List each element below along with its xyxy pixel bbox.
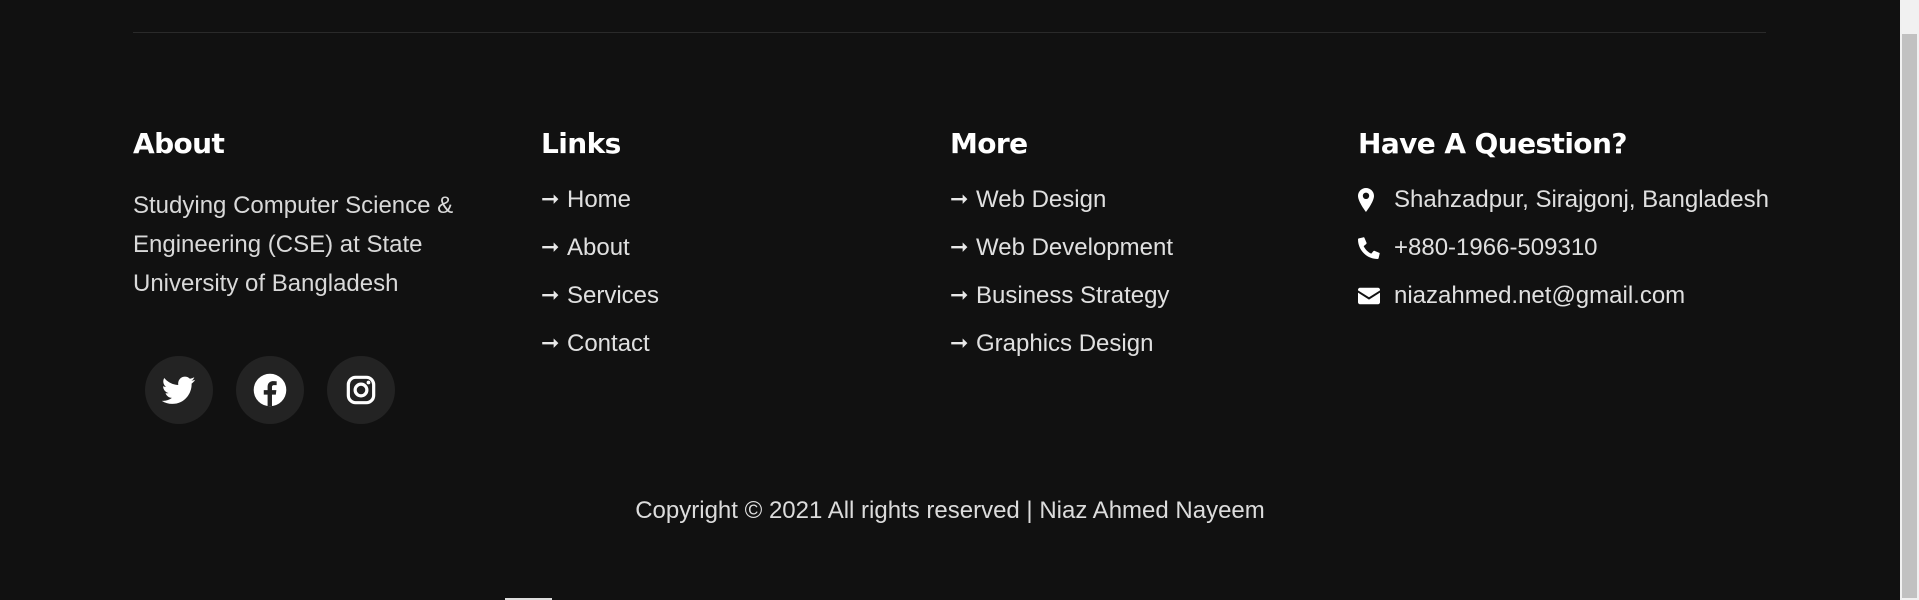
- map-marker-icon: [1358, 188, 1390, 212]
- scrollbar-thumb[interactable]: [1902, 34, 1917, 598]
- question-heading: Have A Question?: [1358, 127, 1628, 160]
- envelope-icon: [1358, 287, 1390, 305]
- links-column: Links ➞ Home ➞ About ➞ Services ➞ Contact: [541, 124, 901, 368]
- contact-address: Shahzadpur, Sirajgonj, Bangladesh: [1358, 176, 1778, 224]
- phone-text: +880-1966-509310: [1394, 234, 1598, 261]
- facebook-button[interactable]: [236, 356, 304, 424]
- twitter-icon: [162, 373, 196, 407]
- link-contact[interactable]: ➞ Contact: [541, 320, 901, 368]
- arrow-right-icon: ➞: [541, 331, 560, 356]
- link-label: Web Design: [976, 186, 1107, 213]
- about-text: Studying Computer Science & Engineering …: [133, 192, 454, 297]
- link-label: Contact: [567, 330, 650, 357]
- link-label: About: [567, 234, 630, 261]
- instagram-button[interactable]: [327, 356, 395, 424]
- link-label: Services: [567, 282, 660, 309]
- top-divider: [133, 32, 1766, 33]
- links-list: ➞ Home ➞ About ➞ Services ➞ Contact: [541, 176, 901, 368]
- arrow-right-icon: ➞: [541, 283, 560, 308]
- link-about[interactable]: ➞ About: [541, 224, 901, 272]
- link-label: Home: [567, 186, 632, 213]
- arrow-right-icon: ➞: [950, 235, 969, 260]
- about-heading: About: [133, 127, 225, 160]
- twitter-button[interactable]: [145, 356, 213, 424]
- link-label: Graphics Design: [976, 330, 1154, 357]
- copyright-text: Copyright © 2021 All rights reserved | N…: [635, 497, 1265, 524]
- address-text: Shahzadpur, Sirajgonj, Bangladesh: [1394, 186, 1769, 213]
- more-heading: More: [950, 127, 1028, 160]
- about-column: About Studying Computer Science & Engine…: [133, 124, 493, 424]
- more-list: ➞ Web Design ➞ Web Development ➞ Business S…: [950, 176, 1310, 368]
- facebook-icon: [253, 373, 287, 407]
- email-text: niazahmed.net@gmail.com: [1394, 282, 1686, 309]
- question-column: Have A Question? Shahzadpur, Sirajgonj, …: [1358, 124, 1778, 320]
- arrow-right-icon: ➞: [541, 187, 560, 212]
- footer-section: About Studying Computer Science & Engine…: [0, 0, 1900, 600]
- arrow-right-icon: ➞: [950, 283, 969, 308]
- link-home[interactable]: ➞ Home: [541, 176, 901, 224]
- arrow-right-icon: ➞: [950, 187, 969, 212]
- instagram-icon: [345, 374, 377, 406]
- links-heading: Links: [541, 127, 621, 160]
- link-business-strategy[interactable]: ➞ Business Strategy: [950, 272, 1310, 320]
- arrow-right-icon: ➞: [950, 331, 969, 356]
- link-label: Business Strategy: [976, 282, 1170, 309]
- more-column: More ➞ Web Design ➞ Web Development ➞ Busin…: [950, 124, 1310, 368]
- link-web-development[interactable]: ➞ Web Development: [950, 224, 1310, 272]
- contact-phone[interactable]: +880-1966-509310: [1358, 224, 1778, 272]
- phone-icon: [1358, 237, 1390, 259]
- link-graphics-design[interactable]: ➞ Graphics Design: [950, 320, 1310, 368]
- contact-list: Shahzadpur, Sirajgonj, Bangladesh +880-1…: [1358, 176, 1778, 320]
- arrow-right-icon: ➞: [541, 235, 560, 260]
- link-services[interactable]: ➞ Services: [541, 272, 901, 320]
- link-label: Web Development: [976, 234, 1173, 261]
- contact-email[interactable]: niazahmed.net@gmail.com: [1358, 272, 1778, 320]
- social-links: [145, 356, 418, 424]
- link-web-design[interactable]: ➞ Web Design: [950, 176, 1310, 224]
